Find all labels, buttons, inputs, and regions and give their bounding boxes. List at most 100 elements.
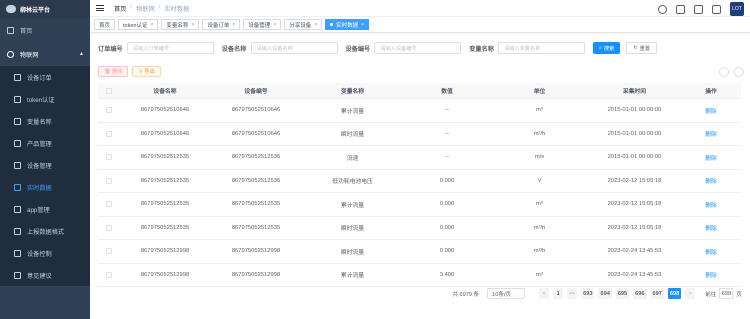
row-checkbox[interactable] [106,177,112,184]
row-checkbox[interactable] [106,107,112,114]
reset-button[interactable]: ↻ 重置 [626,42,658,54]
sidebar-group-label: 物联网 [20,51,39,59]
sidebar-item-2[interactable]: 变量名称 [0,110,90,132]
close-icon[interactable]: × [273,22,276,28]
table-cell: -- [445,154,449,161]
sidebar-item-3[interactable]: 产品管理 [0,132,90,154]
font-size-icon[interactable] [712,4,721,14]
delete-button[interactable]: 🗑 删除 [98,66,129,77]
close-icon[interactable]: × [150,22,153,28]
refresh-icon[interactable] [734,67,744,77]
table-cell: 867975052512998 [140,271,190,278]
prev-page-button[interactable]: < [539,288,550,299]
next-page-button[interactable]: > [685,288,696,299]
select-cell [98,271,120,278]
page-size-value: 10条/页 [492,291,512,298]
delete-row-link[interactable]: 删除 [681,176,741,185]
row-checkbox[interactable] [106,154,112,161]
page-button[interactable]: 1 [553,288,564,299]
sidebar-item-5[interactable]: 实时数据 [0,176,90,198]
sidebar-item-7[interactable]: 上报数据格式 [0,220,90,242]
order-number-input[interactable]: 请输入订单编号 [126,42,214,54]
key-icon [14,95,21,103]
tab-0[interactable]: 首页 [94,19,116,30]
search-button[interactable]: ⌕ 搜索 [593,42,621,54]
tags-view: 首页 token认证 × 变量名称 × 设备订单 × 设备管理 × 分享设备 × 实时数据 × [90,17,750,33]
sidebar-item-9[interactable]: 意见建议 [0,264,90,286]
goto-page: 前往 698 页 [705,288,742,299]
sidebar-item-4[interactable]: 设备管理 [0,154,90,176]
device-code-label: 设备编号 [345,45,371,53]
page-button[interactable]: 696 [633,288,647,299]
table-cell: V [537,177,542,184]
brand-name: 柳林云平台 [20,7,51,14]
hamburger-icon[interactable] [96,5,104,11]
delete-row-link[interactable]: 删除 [681,223,741,232]
delete-row-link[interactable]: 删除 [681,200,741,209]
breadcrumb-home[interactable]: 首页 [114,4,126,13]
search-button-label: 搜索 [603,45,615,52]
toggle-search-icon[interactable] [719,67,729,77]
breadcrumb-current: 实时数据 [164,5,190,13]
tab-2[interactable]: 变量名称 × [161,19,200,30]
column-header: 单位 [533,89,546,95]
page-button[interactable]: 698 [667,288,682,299]
close-icon[interactable]: × [232,22,235,28]
sidebar-group-iot[interactable]: 物联网 ▲ [0,42,90,66]
delete-row-link[interactable]: 删除 [681,247,741,256]
delete-row-link[interactable]: 删除 [681,106,741,115]
table-cell: 0.000 [439,177,455,184]
goto-page-input[interactable]: 698 [719,288,734,299]
avatar[interactable]: LOT [730,2,744,16]
fullscreen-icon[interactable] [694,4,703,14]
tab-3[interactable]: 设备订单 × [202,19,241,30]
delete-row-link[interactable]: 删除 [681,129,741,138]
sidebar-item-0[interactable]: 设备订单 [0,66,90,88]
sidebar-item-6[interactable]: app管理 [0,198,90,220]
table-cell: 2023-02-24 13:45:53 [607,271,662,278]
tab-6[interactable]: 实时数据 × [325,19,370,30]
page-button[interactable]: 697 [650,288,664,299]
row-checkbox[interactable] [106,201,112,208]
page-button[interactable]: 693 [581,288,595,299]
delete-row-link[interactable]: 删除 [681,270,741,279]
monitor-icon[interactable] [676,4,685,14]
page-size-select[interactable]: 10条/页 [487,288,526,299]
active-dot-icon [330,23,334,26]
table-cell: 2023-02-12 15:05:18 [607,224,662,231]
row-checkbox[interactable] [106,224,112,231]
sidebar-item-home[interactable]: 首页 [0,18,90,42]
search-icon: ⌕ [599,44,602,51]
select-all-checkbox[interactable] [106,87,112,94]
export-button[interactable]: ⇩ 导出 [132,66,161,77]
delete-row-link[interactable]: 删除 [681,153,741,162]
row-checkbox[interactable] [106,271,112,278]
select-cell [98,201,120,208]
row-checkbox[interactable] [106,248,112,255]
tab-5[interactable]: 分享设备 × [284,19,323,30]
table-cell: 流速 [346,155,359,162]
table-cell: 瞬时流量 [340,226,365,233]
close-icon[interactable]: × [314,22,317,28]
search-icon[interactable] [658,4,667,14]
breadcrumb-separator: / [130,3,133,11]
device-code-input[interactable]: 请输入设备编号 [374,42,462,54]
table-cell: 867975052512535 [140,224,190,231]
tab-1[interactable]: token认证 × [118,19,159,30]
page-button[interactable]: 695 [615,288,630,299]
variable-name-input[interactable]: 请输入变量名称 [498,42,585,54]
page-ellipsis[interactable]: ··· [567,288,578,299]
tab-4[interactable]: 设备管理 × [243,19,282,30]
sidebar-item-label: token认证 [27,96,55,104]
select-cell [98,248,120,255]
page-button[interactable]: 694 [598,288,612,299]
close-icon[interactable]: × [361,22,364,28]
table-cell: m³/h [533,130,546,137]
row-checkbox[interactable] [106,130,112,137]
close-icon[interactable]: × [191,22,194,28]
sidebar-item-8[interactable]: 设备控制 [0,242,90,264]
home-icon [7,26,14,34]
goto-unit: 页 [736,291,742,298]
device-name-input[interactable]: 请输入设备名称 [250,42,338,54]
sidebar-item-1[interactable]: token认证 [0,88,90,110]
